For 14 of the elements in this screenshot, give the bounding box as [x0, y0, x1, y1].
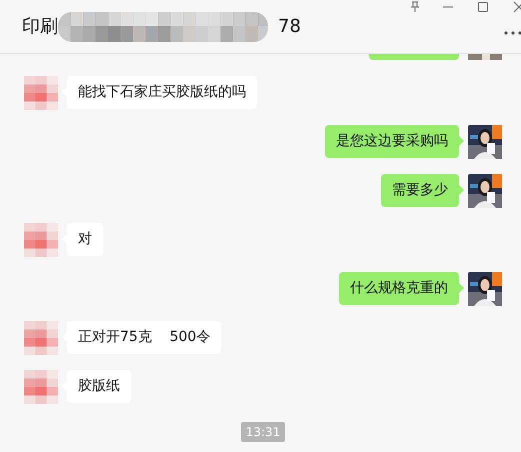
message-bubble[interactable]: 能找下石家庄买胶版纸的吗: [67, 76, 257, 109]
message-bubble[interactable]: 胶版纸: [67, 370, 131, 403]
message-bubble[interactable]: 正对开75克 500令: [67, 321, 222, 354]
timestamp: 13:31: [240, 422, 286, 442]
message-bubble[interactable]: 什么规格克重的: [339, 272, 459, 305]
chat-title: 78: [278, 15, 301, 39]
maximize-icon[interactable]: [477, 1, 489, 13]
message-bubble[interactable]: 对: [67, 223, 103, 256]
chat-title: 印刷: [22, 15, 58, 39]
pin-icon[interactable]: [409, 1, 421, 13]
more-icon[interactable]: [503, 30, 521, 36]
message-bubble[interactable]: 需要多少: [381, 174, 459, 207]
close-icon[interactable]: [513, 1, 521, 13]
message-bubble[interactable]: 是您这边要采购吗: [325, 125, 459, 158]
